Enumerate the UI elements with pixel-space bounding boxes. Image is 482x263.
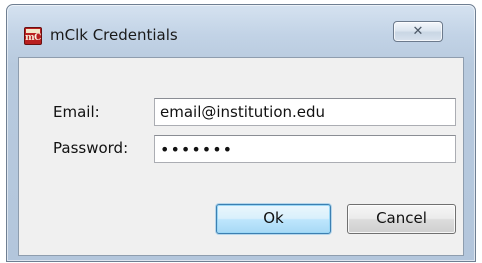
password-field[interactable] — [154, 135, 456, 163]
email-field[interactable] — [154, 98, 456, 126]
password-label: Password: — [53, 139, 129, 157]
title-bar[interactable]: mC mClk Credentials ✕ — [7, 5, 475, 57]
app-icon-label: mC — [25, 33, 41, 43]
close-button[interactable]: ✕ — [393, 21, 443, 42]
cancel-button[interactable]: Cancel — [347, 204, 456, 234]
window-title: mClk Credentials — [50, 26, 178, 44]
dialog-content: Email: Password: Ok Cancel — [18, 57, 464, 256]
email-label: Email: — [53, 103, 100, 121]
close-icon: ✕ — [412, 24, 424, 39]
app-icon: mC — [24, 27, 42, 45]
credentials-dialog: mC mClk Credentials ✕ Email: Password: O… — [6, 4, 476, 262]
ok-button[interactable]: Ok — [216, 204, 331, 234]
